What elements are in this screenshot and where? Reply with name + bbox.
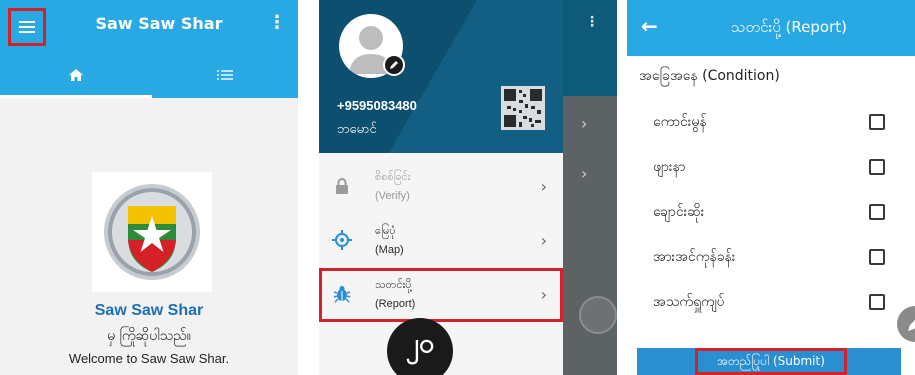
dimmed-fab: [579, 296, 617, 334]
section-title: အခြေအနေ (Condition): [639, 68, 780, 84]
app-bar: Saw Saw Shar ⋮: [0, 0, 298, 52]
dimmed-chevron-icon: ›: [581, 114, 588, 133]
hamburger-menu-button[interactable]: [8, 8, 46, 46]
user-name: ဘမောင်: [337, 122, 377, 137]
condition-row[interactable]: ချောင်းဆိုး: [627, 190, 915, 234]
tab-bar: [0, 52, 298, 98]
page-title: သတင်းပို့ (Report): [731, 18, 847, 36]
edit-fab[interactable]: [897, 306, 915, 342]
drawer-item-label-english: (Map): [375, 244, 404, 256]
condition-row[interactable]: ဖျားနာ: [627, 145, 915, 189]
app-title: Saw Saw Shar: [95, 14, 223, 33]
drawer-item-map[interactable]: မြေပုံ (Map) ›: [319, 214, 563, 268]
welcome-text-myanmar: မှ ကြိုဆိုပါသည်။: [107, 328, 191, 344]
pencil-icon: [908, 320, 915, 331]
edit-profile-button[interactable]: [383, 54, 405, 76]
chevron-right-icon: ›: [540, 285, 547, 304]
overflow-menu-icon[interactable]: ⋮: [268, 14, 286, 32]
submit-bar[interactable]: အတည်ပြုပါ (Submit): [637, 348, 901, 375]
dimmed-overflow-icon: ⋮: [585, 14, 599, 30]
condition-label: ဖျားနာ: [653, 159, 686, 175]
navigation-drawer: +9595083480 ဘမောင် စိစစ်ခြင်း (Verify) ›…: [319, 0, 563, 375]
condition-label: ချောင်းဆိုး: [653, 204, 705, 220]
condition-row[interactable]: အသက်ရှူကျပ်: [627, 280, 915, 324]
condition-label: ကောင်းမွန်: [653, 114, 707, 130]
dimmed-chevron-icon: ›: [581, 164, 588, 183]
navigation-drawer-screen: ⋮ › › +9595083480 ဘမောင် စိစစ်ခြင်း (Ver…: [319, 0, 617, 375]
drawer-item-label-english: (Report): [375, 298, 416, 310]
chevron-right-icon: ›: [540, 231, 547, 250]
report-screen: ← သတင်းပို့ (Report) အခြေအနေ (Condition)…: [627, 0, 915, 375]
welcome-text-english: Welcome to Saw Saw Shar.: [68, 351, 230, 366]
condition-checkbox[interactable]: [869, 204, 885, 220]
tab-home[interactable]: [0, 52, 152, 98]
condition-checkbox[interactable]: [869, 249, 885, 265]
condition-row[interactable]: အားအင်ကုန်ခန်း: [627, 235, 915, 279]
hamburger-icon: [19, 21, 35, 33]
dimmed-content[interactable]: [559, 96, 617, 375]
condition-checkbox[interactable]: [869, 159, 885, 175]
lock-icon: [336, 178, 348, 194]
tab-list[interactable]: [152, 52, 298, 98]
app-bar: ← သတင်းပို့ (Report): [627, 0, 915, 56]
condition-checkbox[interactable]: [869, 114, 885, 130]
app-name: Saw Saw Shar: [94, 302, 204, 319]
submit-button[interactable]: အတည်ပြုပါ (Submit): [695, 348, 847, 375]
condition-label: အသက်ရှူကျပ်: [653, 294, 725, 310]
drawer-item-label-myanmar: မြေပုံ: [375, 224, 396, 237]
drawer-item-label-english: (Verify): [375, 190, 410, 202]
chevron-right-icon: ›: [540, 177, 547, 196]
home-screen: Saw Saw Shar ⋮ Saw Saw Shar မှ ကြိုဆိုပါ…: [0, 0, 298, 375]
step-number-badge: ၂၀: [387, 318, 453, 375]
user-phone: +9595083480: [337, 98, 417, 113]
back-arrow-icon[interactable]: ←: [641, 14, 658, 38]
drawer-item-report[interactable]: သတင်းပို့ (Report) ›: [319, 268, 563, 322]
condition-row[interactable]: ကောင်းမွန်: [627, 100, 915, 144]
drawer-item-verify[interactable]: စိစစ်ခြင်း (Verify) ›: [319, 160, 563, 214]
home-icon: [69, 69, 83, 81]
condition-label: အားအင်ကုန်ခန်း: [653, 249, 736, 265]
list-icon: [217, 70, 233, 80]
qr-code-icon[interactable]: [501, 86, 545, 130]
pencil-icon: [390, 61, 398, 69]
location-icon: [332, 230, 352, 250]
condition-checkbox[interactable]: [869, 294, 885, 310]
drawer-item-label-myanmar: စိစစ်ခြင်း: [375, 170, 411, 183]
bug-icon: [333, 286, 351, 303]
app-logo: [92, 172, 212, 292]
drawer-item-label-myanmar: သတင်းပို့: [375, 278, 412, 291]
drawer-header: +9595083480 ဘမောင်: [319, 0, 563, 153]
